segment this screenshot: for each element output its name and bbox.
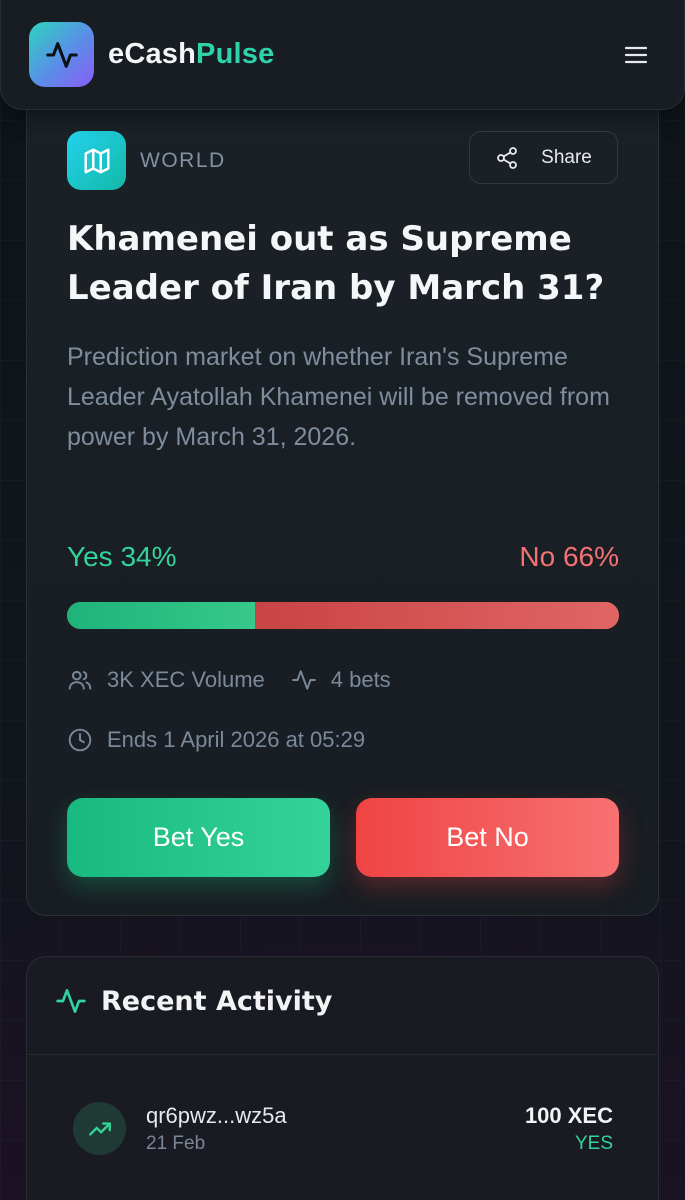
activity-amount: 100 XEC — [524, 1102, 613, 1128]
category-label: WORLD — [140, 148, 226, 172]
app-header: eCashPulse — [0, 0, 685, 110]
share-icon — [497, 146, 518, 169]
bets-text: 4 bets — [330, 667, 391, 692]
bets-stat: 4 bets — [291, 667, 391, 693]
brand[interactable]: eCashPulse — [29, 22, 274, 87]
category-row: WORLD — [67, 131, 226, 190]
market-description: Prediction market on whether Iran's Supr… — [67, 343, 610, 451]
activity-address: qr6pwz...wz5a — [146, 1102, 287, 1128]
activity-icon — [291, 670, 316, 690]
map-icon — [67, 131, 126, 190]
share-button[interactable]: Share — [469, 131, 618, 184]
menu-button[interactable] — [616, 35, 656, 75]
activity-info: qr6pwz...wz5a 21 Feb — [146, 1103, 287, 1155]
clock-icon — [68, 728, 92, 752]
divider — [27, 1054, 658, 1055]
odds-bar-no — [254, 602, 619, 629]
activity-date: 21 Feb — [146, 1132, 206, 1154]
list-item[interactable]: qr6pwz...wz5a 21 Feb 100 XEC YES — [73, 1102, 613, 1155]
pulse-icon — [29, 22, 94, 87]
recent-activity-header: Recent Activity — [55, 985, 332, 1017]
end-date-row: Ends 1 April 2026 at 05:29 — [67, 727, 365, 753]
volume-stat: 3K XEC Volume — [67, 667, 265, 693]
brand-suffix: Pulse — [196, 38, 275, 70]
bet-no-button[interactable]: Bet No — [356, 798, 619, 877]
odds-row: Yes 34% No 66% — [67, 541, 619, 573]
users-icon — [68, 670, 92, 690]
volume-text: 3K XEC Volume — [107, 667, 265, 692]
brand-name: eCashPulse — [108, 38, 274, 71]
bet-yes-button[interactable]: Bet Yes — [67, 798, 330, 877]
trending-up-icon — [73, 1102, 126, 1155]
activity-icon — [56, 989, 86, 1013]
recent-activity-title: Recent Activity — [101, 985, 333, 1017]
share-label: Share — [541, 146, 592, 168]
end-date-text: Ends 1 April 2026 at 05:29 — [107, 727, 366, 752]
activity-values: 100 XEC YES — [525, 1103, 613, 1155]
odds-bar — [67, 602, 619, 629]
no-percentage: No 66% — [519, 541, 619, 572]
market-title: Khamenei out as Supreme Leader of Iran b… — [67, 219, 605, 308]
recent-activity-card: Recent Activity qr6pwz...wz5a 21 Feb 100… — [26, 956, 659, 1200]
odds-bar-yes — [67, 602, 255, 629]
brand-prefix: eCash — [108, 38, 197, 70]
hamburger-menu-icon — [625, 46, 647, 63]
yes-percentage: Yes 34% — [67, 541, 177, 572]
stats-row: 3K XEC Volume 4 bets — [67, 667, 391, 693]
activity-side: YES — [574, 1132, 613, 1154]
market-card: WORLD Share Khamenei out as Supreme Lead… — [26, 60, 659, 916]
